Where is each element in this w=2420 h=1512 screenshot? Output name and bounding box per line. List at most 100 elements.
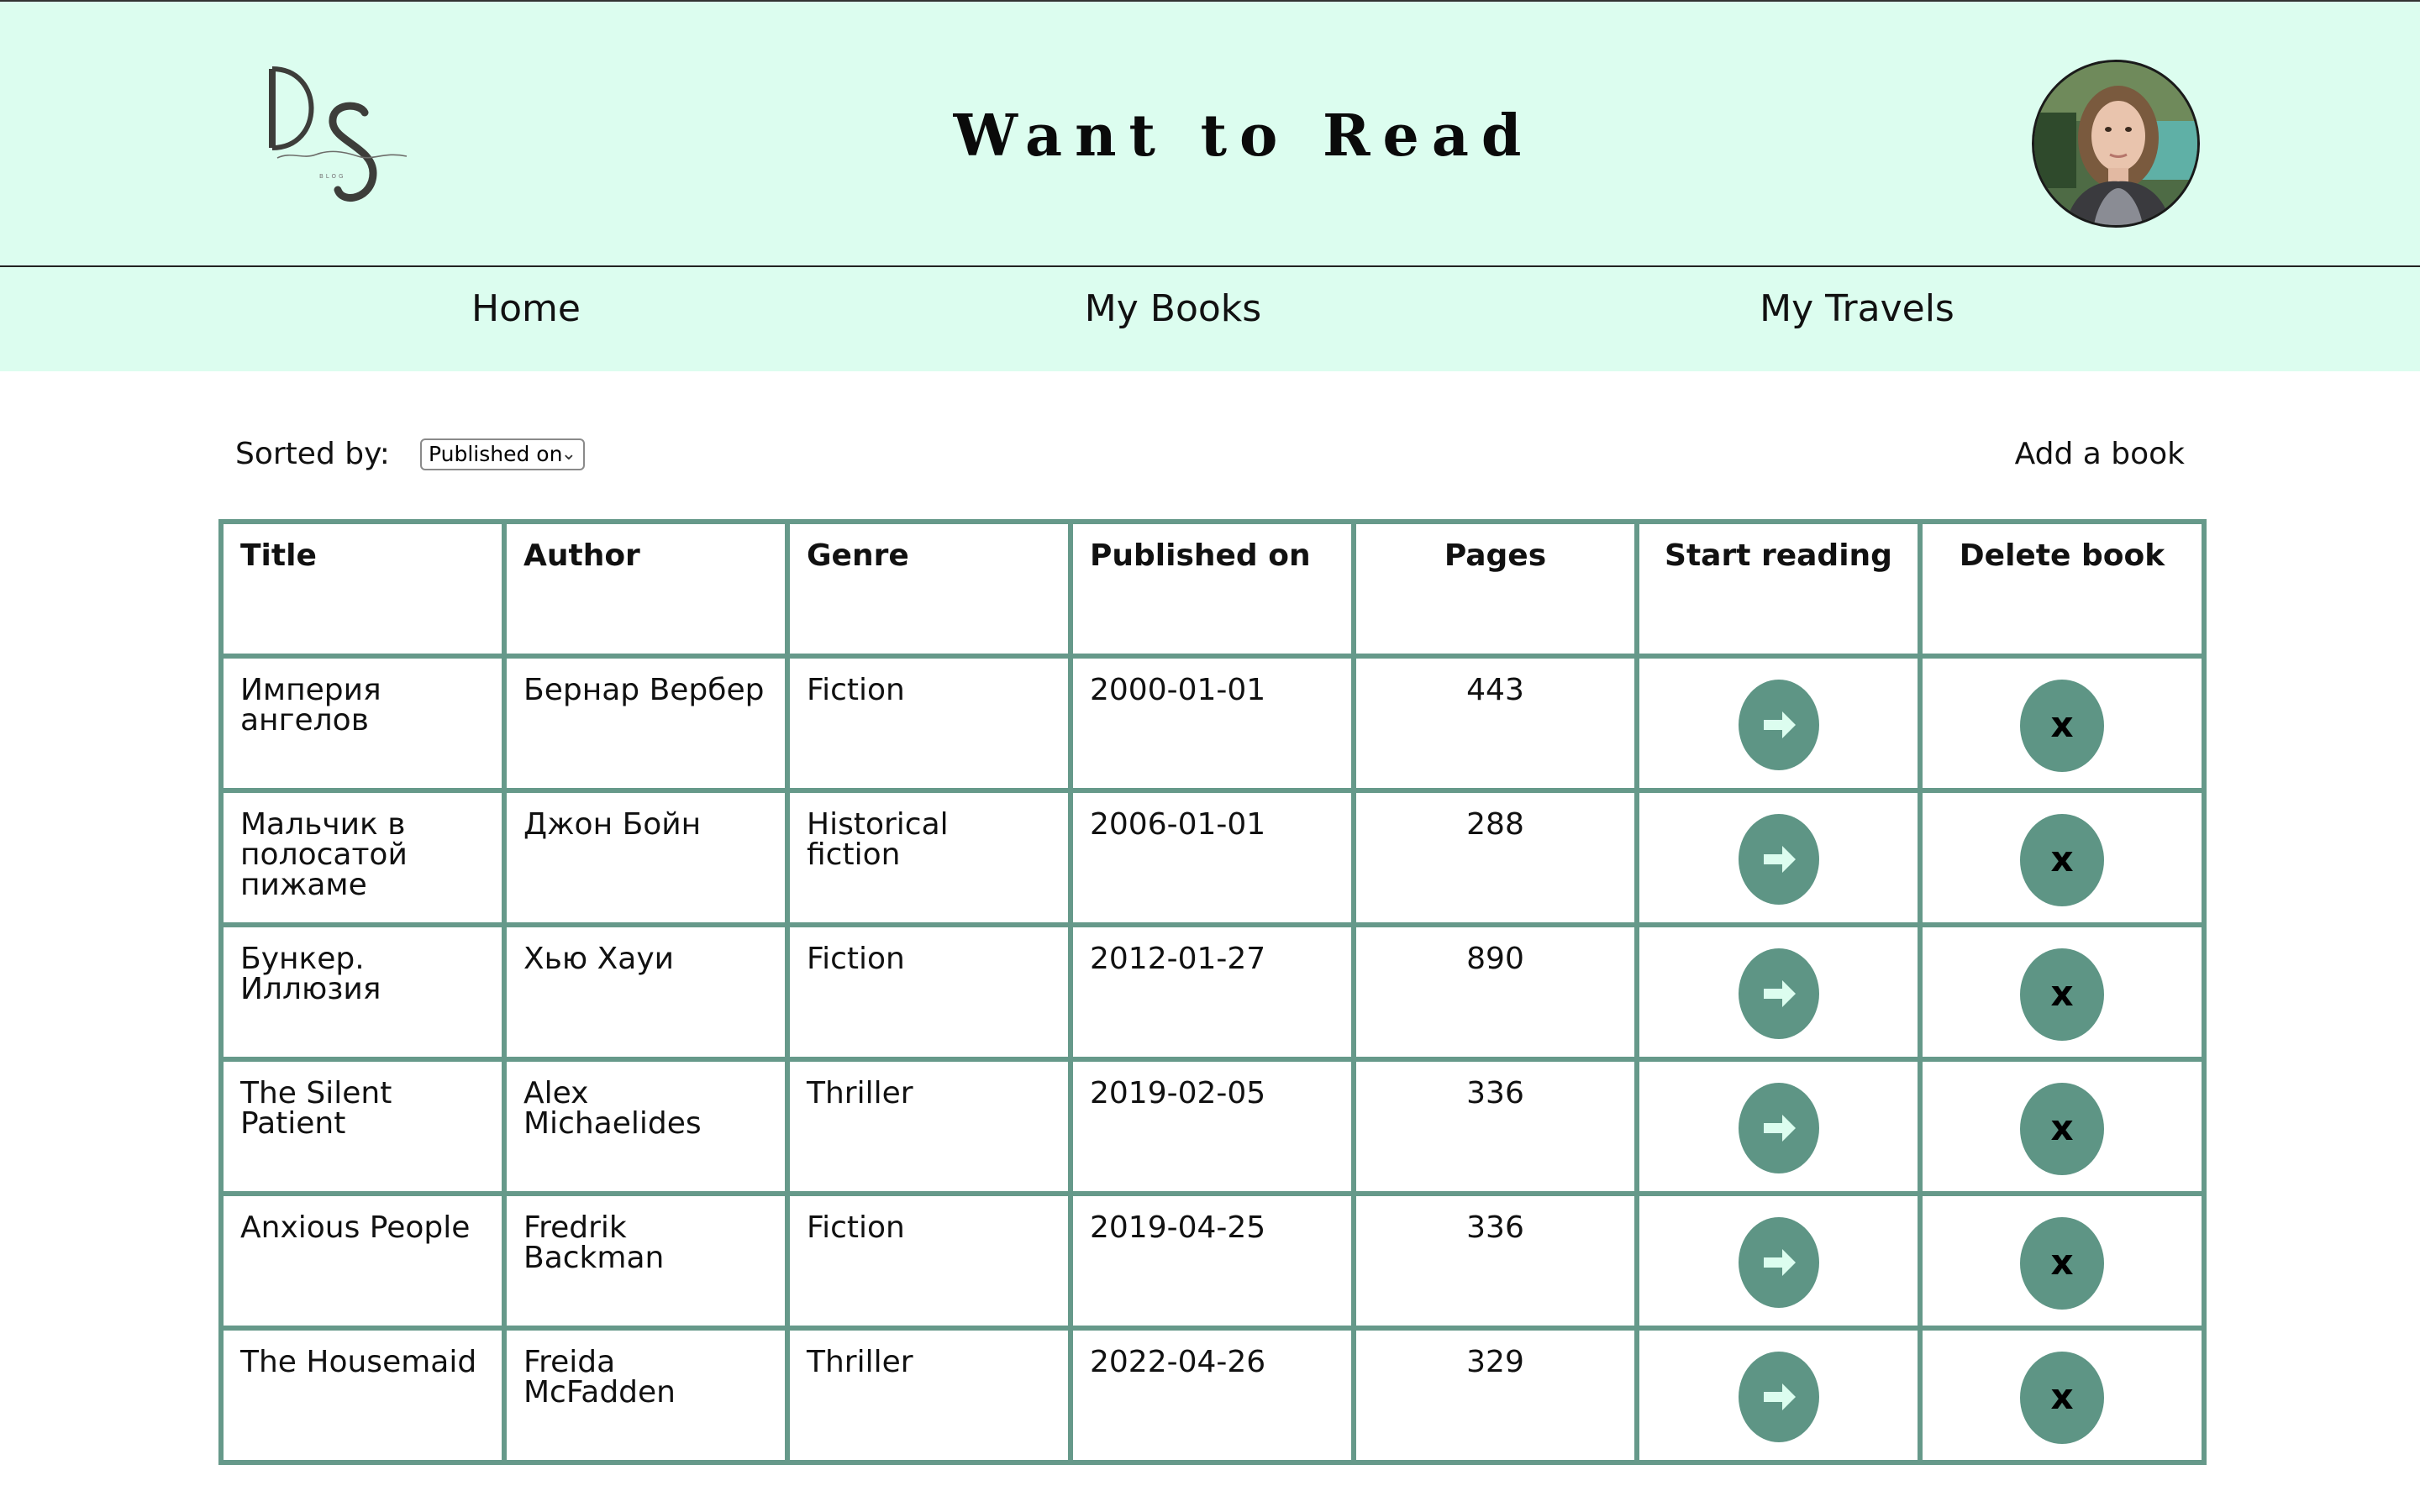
table-header-row: Title Author Genre Published on Pages St… [218, 519, 2207, 659]
cell-start-reading [1634, 1326, 1923, 1465]
arrow-right-icon [1763, 1249, 1796, 1276]
svg-text:x: x [2050, 1376, 2073, 1417]
cell-delete-book: x [1918, 922, 2207, 1062]
arrow-right-icon [1763, 846, 1796, 873]
cell-delete-book: x [1918, 1191, 2207, 1331]
cell-start-reading [1634, 788, 1923, 927]
close-icon: x [2050, 1107, 2073, 1148]
cell-genre: Thriller [785, 1057, 1073, 1196]
arrow-right-icon [1763, 1383, 1796, 1410]
cell-author: Alex Michaelides [502, 1057, 790, 1196]
close-icon: x [2050, 838, 2073, 879]
sort-select-value: Published on [429, 442, 563, 466]
cell-published: 2012-01-27 [1068, 922, 1356, 1062]
cell-start-reading [1634, 654, 1923, 793]
chevron-down-icon: ⌄ [560, 444, 576, 465]
nav-home[interactable]: Home [471, 287, 581, 330]
delete-book-button[interactable]: x [2020, 680, 2104, 772]
start-reading-button[interactable] [1738, 680, 1819, 770]
cell-delete-book: x [1918, 1057, 2207, 1196]
delete-book-button[interactable]: x [2020, 1217, 2104, 1310]
delete-book-button[interactable]: x [2020, 1083, 2104, 1175]
col-header-title: Title [218, 519, 507, 659]
cell-pages: 336 [1351, 1191, 1639, 1331]
cell-title: Империя ангелов [218, 654, 507, 793]
start-reading-button[interactable] [1738, 948, 1819, 1039]
svg-text:x: x [2050, 1242, 2073, 1283]
logo-caption: BLOG [319, 173, 345, 180]
books-table: Title Author Genre Published on Pages St… [218, 519, 2207, 1465]
start-reading-button[interactable] [1738, 1083, 1819, 1173]
close-icon: x [2050, 1242, 2073, 1283]
cell-published: 2022-04-26 [1068, 1326, 1356, 1465]
cell-published: 2006-01-01 [1068, 788, 1356, 927]
delete-book-button[interactable]: x [2020, 1352, 2104, 1444]
sort-select[interactable]: Published on ⌄ [420, 438, 585, 470]
cell-start-reading [1634, 1057, 1923, 1196]
cell-pages: 336 [1351, 1057, 1639, 1196]
cell-published: 2019-02-05 [1068, 1057, 1356, 1196]
cell-genre: Thriller [785, 1326, 1073, 1465]
cell-title: Anxious People [218, 1191, 507, 1331]
main-nav: Home My Books My Travels [0, 267, 2420, 371]
cell-genre: Fiction [785, 922, 1073, 1062]
cell-title: Бункер. Иллюзия [218, 922, 507, 1062]
cell-genre: Fiction [785, 1191, 1073, 1331]
cell-delete-book: x [1918, 1326, 2207, 1465]
avatar[interactable] [2032, 60, 2200, 228]
cell-author: Хью Хауи [502, 922, 790, 1062]
col-header-start-reading: Start reading [1634, 519, 1923, 659]
nav-my-travels[interactable]: My Travels [1760, 287, 1954, 330]
nav-my-books[interactable]: My Books [1085, 287, 1261, 330]
table-row: Мальчик в полосатой пижаме Джон Бойн Histo… [218, 788, 2207, 927]
cell-published: 2019-04-25 [1068, 1191, 1356, 1331]
cell-start-reading [1634, 922, 1923, 1062]
svg-text:x: x [2050, 704, 2073, 745]
col-header-author: Author [502, 519, 790, 659]
cell-author: Fredrik Backman [502, 1191, 790, 1331]
table-row: The Housemaid Freida McFadden Thriller 2022… [218, 1326, 2207, 1465]
cell-author: Джон Бойн [502, 788, 790, 927]
add-book-link[interactable]: Add a book [2015, 437, 2185, 471]
cell-title: The Silent Patient [218, 1057, 507, 1196]
cell-delete-book: x [1918, 654, 2207, 793]
cell-published: 2000-01-01 [1068, 654, 1356, 793]
user-photo-icon [2034, 62, 2197, 225]
cell-genre: Historical fiction [785, 788, 1073, 927]
cell-author: Freida McFadden [502, 1326, 790, 1465]
start-reading-button[interactable] [1738, 1217, 1819, 1308]
svg-text:x: x [2050, 1107, 2073, 1148]
cell-pages: 329 [1351, 1326, 1639, 1465]
start-reading-button[interactable] [1738, 1352, 1819, 1442]
close-icon: x [2050, 1376, 2073, 1417]
table-row: Anxious People Fredrik Backman Fiction 2019… [218, 1191, 2207, 1331]
close-icon: x [2050, 704, 2073, 745]
cell-title: Мальчик в полосатой пижаме [218, 788, 507, 927]
cell-title: The Housemaid [218, 1326, 507, 1465]
cell-author: Бернар Вербер [502, 654, 790, 793]
delete-book-button[interactable]: x [2020, 948, 2104, 1041]
close-icon: x [2050, 973, 2073, 1014]
table-row: The Silent Patient Alex Michaelides Thrill… [218, 1057, 2207, 1196]
col-header-delete-book: Delete book [1918, 519, 2207, 659]
start-reading-button[interactable] [1738, 814, 1819, 905]
table-row: Империя ангелов Бернар Вербер Fiction 2000-… [218, 654, 2207, 793]
sort-label: Sorted by: [235, 437, 390, 471]
cell-pages: 890 [1351, 922, 1639, 1062]
delete-book-button[interactable]: x [2020, 814, 2104, 906]
cell-genre: Fiction [785, 654, 1073, 793]
cell-start-reading [1634, 1191, 1923, 1331]
arrow-right-icon [1763, 1115, 1796, 1142]
svg-text:x: x [2050, 838, 2073, 879]
site-header: BLOG Want to Read [0, 0, 2420, 267]
col-header-published: Published on [1068, 519, 1356, 659]
cell-delete-book: x [1918, 788, 2207, 927]
arrow-right-icon [1763, 711, 1796, 738]
cell-pages: 443 [1351, 654, 1639, 793]
arrow-right-icon [1763, 980, 1796, 1007]
col-header-genre: Genre [785, 519, 1073, 659]
col-header-pages: Pages [1351, 519, 1639, 659]
svg-text:x: x [2050, 973, 2073, 1014]
cell-pages: 288 [1351, 788, 1639, 927]
table-row: Бункер. Иллюзия Хью Хауи Fiction 2012-01-27… [218, 922, 2207, 1062]
